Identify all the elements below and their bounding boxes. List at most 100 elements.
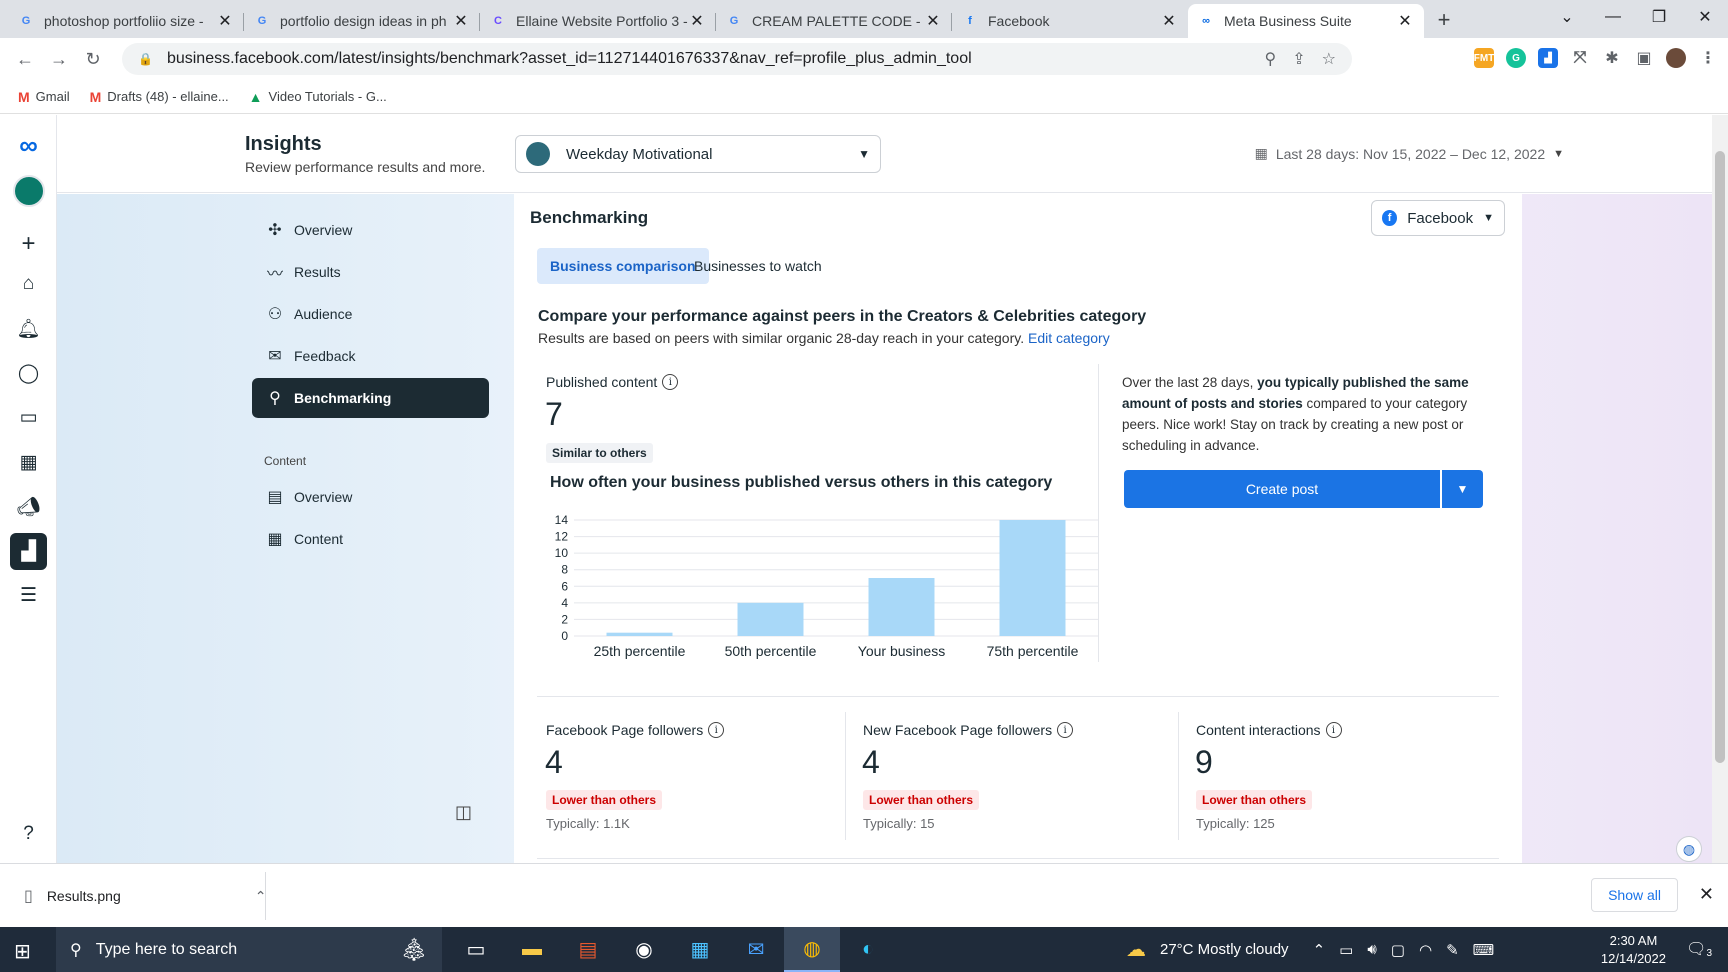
scrollbar-thumb[interactable]: [1715, 151, 1725, 763]
url-text[interactable]: business.facebook.com/latest/insights/be…: [167, 50, 1265, 68]
browser-tab[interactable]: C Ellaine Website Portfolio 3 - ✕: [480, 4, 716, 38]
globe-icon[interactable]: ◍: [1676, 836, 1702, 862]
platform-selector[interactable]: f Facebook ▼: [1371, 200, 1505, 236]
keyboard-icon[interactable]: ⌨: [1473, 941, 1495, 959]
file-explorer-icon[interactable]: ▬: [504, 927, 560, 972]
bookmark-item[interactable]: M Gmail: [18, 89, 70, 105]
zoom-icon[interactable]: ⚲: [1265, 49, 1277, 69]
browser-tab[interactable]: G CREAM PALETTE CODE - Go ✕: [716, 4, 952, 38]
close-tab-icon[interactable]: ✕: [1396, 11, 1414, 31]
fmt-extension-icon[interactable]: FMT: [1474, 48, 1494, 68]
bookmark-star-icon[interactable]: ☆: [1322, 49, 1336, 69]
notifications-center-icon[interactable]: 🗨︎3: [1686, 939, 1712, 959]
browser-menu-icon[interactable]: ⋮: [1698, 48, 1718, 68]
store-icon[interactable]: ▦: [672, 927, 728, 972]
taskbar-search[interactable]: ⚲ Type here to search 🎄︎: [56, 927, 442, 972]
sidenav-label: Results: [294, 264, 341, 280]
info-icon[interactable]: i: [708, 722, 725, 738]
sidenav-item-benchmarking[interactable]: ⚲ Benchmarking: [252, 378, 489, 418]
fullscreen-extension-icon[interactable]: ⤧: [1570, 48, 1590, 68]
bookmark-item[interactable]: M Drafts (48) - ellaine...: [90, 89, 229, 105]
minimize-button[interactable]: —: [1590, 8, 1636, 26]
close-tab-icon[interactable]: ✕: [688, 11, 706, 31]
task-view-icon[interactable]: ▭: [448, 927, 504, 972]
close-tab-icon[interactable]: ✕: [1160, 11, 1178, 31]
close-tab-icon[interactable]: ✕: [216, 11, 234, 31]
taskbar-clock[interactable]: 2:30 AM 12/14/2022: [1601, 932, 1666, 968]
profile-avatar[interactable]: [1666, 48, 1686, 68]
grammarly-extension-icon[interactable]: G: [1506, 48, 1526, 68]
chevron-up-icon[interactable]: ⌃: [1313, 941, 1326, 959]
edge-icon[interactable]: ◐: [840, 927, 896, 972]
asset-selector[interactable]: Weekday Motivational ▼: [515, 135, 881, 173]
sidenav-content-item-content[interactable]: ▦ Content: [252, 519, 489, 559]
weather-text[interactable]: 27°C Mostly cloudy: [1160, 941, 1289, 958]
meet-icon[interactable]: ▢: [1391, 941, 1405, 959]
notifications-icon[interactable]: 🔔︎: [10, 310, 47, 347]
sidenav-item-audience[interactable]: ⚇ Audience: [252, 294, 489, 334]
edit-category-link[interactable]: Edit category: [1028, 330, 1110, 346]
info-icon[interactable]: i: [1057, 722, 1074, 738]
all-tools-menu-icon[interactable]: ☰: [10, 577, 47, 614]
create-post-button[interactable]: Create post: [1124, 470, 1440, 508]
ads-megaphone-icon[interactable]: 📣︎: [10, 488, 47, 525]
close-window-button[interactable]: ✕: [1682, 7, 1728, 27]
volume-icon[interactable]: 🔊︎: [1367, 941, 1376, 958]
lock-icon[interactable]: 🔒: [138, 52, 153, 66]
planner-icon[interactable]: ▦: [10, 444, 47, 481]
insights-chart-icon[interactable]: ▟: [10, 533, 47, 570]
create-post-dropdown[interactable]: ▼: [1442, 470, 1483, 508]
inbox-icon[interactable]: ◯: [10, 355, 47, 392]
new-tab-button[interactable]: +: [1424, 4, 1464, 38]
tab-search-icon[interactable]: ⌄: [1544, 7, 1590, 27]
chart-bar[interactable]: [606, 632, 673, 636]
content-icon[interactable]: ▭: [10, 399, 47, 436]
chart-extension-icon[interactable]: ▟: [1538, 48, 1558, 68]
omnibox[interactable]: 🔒 business.facebook.com/latest/insights/…: [122, 43, 1352, 75]
windows-start-icon[interactable]: ⊞: [14, 939, 31, 964]
weather-icon[interactable]: ☁: [1126, 937, 1146, 962]
home-icon[interactable]: ⌂: [10, 265, 47, 302]
create-plus-icon[interactable]: +: [10, 225, 47, 262]
collapse-panel-icon[interactable]: ◫: [455, 802, 472, 823]
camera-icon[interactable]: ◉: [616, 927, 672, 972]
wifi-icon[interactable]: ◠: [1419, 941, 1432, 959]
share-icon[interactable]: ⇪: [1292, 49, 1305, 69]
chart-bar[interactable]: [737, 602, 804, 636]
sidenav-item-overview[interactable]: ✣ Overview: [252, 210, 489, 250]
restore-button[interactable]: ❐: [1636, 7, 1682, 27]
close-icon[interactable]: ✕: [1699, 884, 1714, 905]
pen-icon[interactable]: ✎: [1446, 941, 1459, 959]
help-icon[interactable]: ?: [10, 815, 47, 852]
browser-tab[interactable]: ∞ Meta Business Suite ✕: [1188, 4, 1424, 38]
reload-button[interactable]: ↻: [76, 49, 110, 70]
browser-tab[interactable]: f Facebook ✕: [952, 4, 1188, 38]
info-icon[interactable]: i: [662, 374, 679, 390]
account-avatar[interactable]: [10, 172, 47, 209]
close-tab-icon[interactable]: ✕: [452, 11, 470, 31]
battery-icon[interactable]: ▭: [1339, 941, 1353, 959]
download-item[interactable]: ▯ Results.png ⌃: [24, 886, 266, 906]
sidenav-item-feedback[interactable]: ✉ Feedback: [252, 336, 489, 376]
sidenav-content-item-overview[interactable]: ▤ Overview: [252, 477, 489, 517]
bookmark-item[interactable]: ▲ Video Tutorials - G...: [249, 89, 387, 105]
sidenav-item-results[interactable]: 〰 Results: [252, 252, 489, 292]
page-scrollbar[interactable]: [1712, 115, 1728, 863]
close-tab-icon[interactable]: ✕: [924, 11, 942, 31]
date-range-picker[interactable]: ▦ Last 28 days: Nov 15, 2022 – Dec 12, 2…: [1255, 145, 1564, 162]
tab-businesses-to-watch[interactable]: Businesses to watch: [681, 248, 835, 284]
show-all-button[interactable]: Show all: [1591, 878, 1678, 912]
info-icon[interactable]: i: [1325, 722, 1342, 738]
back-button[interactable]: ←: [8, 49, 42, 70]
winrar-icon[interactable]: ▤: [560, 927, 616, 972]
meta-logo-icon[interactable]: ∞: [10, 127, 47, 164]
chart-bar[interactable]: [868, 578, 935, 636]
puzzle-extensions-icon[interactable]: ✱: [1602, 48, 1622, 68]
chrome-icon[interactable]: ◍: [784, 927, 840, 972]
sidepanel-icon[interactable]: ▣: [1634, 48, 1654, 68]
browser-tab[interactable]: Gphotoshop portfoliio size - ✕: [8, 4, 244, 38]
browser-tab[interactable]: Gportfolio design ideas in ph ✕: [244, 4, 480, 38]
forward-button[interactable]: →: [42, 49, 76, 70]
mail-icon[interactable]: ✉: [728, 927, 784, 972]
chart-bar[interactable]: [999, 520, 1066, 636]
